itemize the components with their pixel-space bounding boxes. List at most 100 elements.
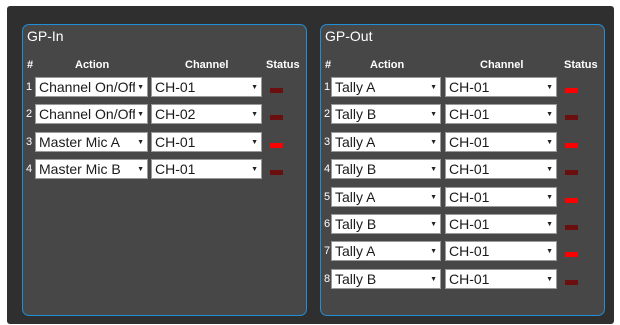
gp-in-header-channel: Channel — [185, 59, 229, 71]
caret-down-icon: ▼ — [251, 138, 258, 146]
action-select[interactable]: Channel On/Off ▼ — [35, 104, 148, 125]
gp-out-header-channel: Channel — [480, 59, 524, 71]
gp-out-header-status: Status — [564, 59, 598, 71]
channel-select[interactable]: CH-01 ▼ — [151, 131, 262, 152]
action-select[interactable]: Tally A ▼ — [331, 241, 441, 262]
gp-out-row: 3 Tally A ▼ CH-01 ▼ — [321, 131, 604, 152]
gp-out-header-action: Action — [370, 59, 405, 71]
status-led — [565, 142, 578, 148]
action-select[interactable]: Master Mic A ▼ — [35, 131, 148, 152]
caret-down-icon: ▼ — [251, 111, 258, 119]
channel-value: CH-01 — [449, 79, 490, 95]
status-led — [565, 115, 578, 121]
action-select[interactable]: Master Mic B ▼ — [35, 158, 148, 179]
channel-select[interactable]: CH-01 ▼ — [445, 186, 557, 207]
channel-value: CH-01 — [449, 133, 490, 150]
channel-value: CH-01 — [155, 160, 196, 177]
channel-value: CH-01 — [449, 188, 490, 205]
gp-in-title: GP-In — [27, 28, 64, 44]
channel-select[interactable]: CH-01 ▼ — [445, 268, 557, 289]
row-number: 1 — [26, 81, 33, 93]
channel-value: CH-01 — [155, 79, 196, 95]
action-value: Tally A — [335, 243, 376, 260]
status-led — [270, 169, 283, 175]
channel-select[interactable]: CH-01 ▼ — [445, 131, 557, 152]
channel-select[interactable]: CH-01 ▼ — [151, 77, 262, 97]
caret-down-icon: ▼ — [546, 275, 553, 283]
gp-out-row: 6 Tally B ▼ CH-01 ▼ — [321, 214, 604, 234]
caret-down-icon: ▼ — [430, 138, 437, 146]
row-number: 6 — [324, 218, 331, 230]
channel-select[interactable]: CH-02 ▼ — [151, 104, 262, 125]
action-select[interactable]: Channel On/Off ▼ — [35, 77, 148, 97]
action-value: Tally B — [335, 161, 377, 178]
channel-value: CH-01 — [449, 216, 490, 232]
gp-out-row: 8 Tally B ▼ CH-01 ▼ — [321, 268, 604, 289]
channel-select[interactable]: CH-01 ▼ — [151, 158, 262, 179]
row-number: 4 — [324, 163, 331, 176]
channel-select[interactable]: CH-01 ▼ — [445, 77, 557, 97]
gp-out-title: GP-Out — [325, 28, 373, 44]
action-value: Master Mic B — [39, 160, 121, 177]
gp-in-header-status: Status — [266, 59, 300, 71]
row-number: 3 — [26, 135, 33, 148]
caret-down-icon: ▼ — [546, 84, 553, 91]
action-select[interactable]: Tally B ▼ — [331, 104, 441, 125]
status-led — [565, 279, 578, 285]
caret-down-icon: ▼ — [430, 111, 437, 119]
gp-in-row: 4 Master Mic B ▼ CH-01 ▼ — [23, 158, 306, 179]
action-value: Tally A — [335, 188, 376, 205]
action-value: Channel On/Off — [39, 106, 135, 123]
action-value: Channel On/Off — [39, 79, 135, 95]
gp-in-header-number: # — [27, 59, 34, 71]
gp-out-header-number: # — [325, 59, 332, 71]
gp-in-row: 3 Master Mic A ▼ CH-01 ▼ — [23, 131, 306, 152]
caret-down-icon: ▼ — [546, 221, 553, 228]
action-select[interactable]: Tally A ▼ — [331, 77, 441, 97]
caret-down-icon: ▼ — [430, 84, 437, 91]
channel-value: CH-02 — [155, 106, 196, 123]
status-led — [565, 252, 578, 258]
channel-value: CH-01 — [449, 161, 490, 178]
gp-in-header-action: Action — [75, 59, 110, 71]
channel-select[interactable]: CH-01 ▼ — [445, 104, 557, 125]
row-number: 4 — [26, 162, 33, 175]
caret-down-icon: ▼ — [546, 138, 553, 146]
channel-select[interactable]: CH-01 ▼ — [445, 214, 557, 234]
caret-down-icon: ▼ — [430, 275, 437, 283]
action-select[interactable]: Tally A ▼ — [331, 131, 441, 152]
caret-down-icon: ▼ — [430, 248, 437, 256]
status-led — [565, 225, 578, 230]
action-select[interactable]: Tally B ▼ — [331, 214, 441, 234]
main-frame: GP-In # Action Channel Status 1 Channel O… — [7, 6, 614, 324]
action-value: Tally A — [335, 79, 376, 95]
status-led — [565, 170, 578, 176]
gp-out-row: 5 Tally A ▼ CH-01 ▼ — [321, 186, 604, 207]
status-led — [270, 88, 283, 93]
action-select[interactable]: Tally B ▼ — [331, 159, 441, 180]
caret-down-icon: ▼ — [137, 165, 144, 173]
channel-value: CH-01 — [449, 106, 490, 123]
gp-in-row: 2 Channel On/Off ▼ CH-02 ▼ — [23, 104, 306, 125]
action-value: Tally B — [335, 106, 377, 123]
caret-down-icon: ▼ — [430, 193, 437, 201]
caret-down-icon: ▼ — [251, 84, 258, 91]
status-led — [565, 88, 578, 93]
caret-down-icon: ▼ — [137, 84, 144, 91]
caret-down-icon: ▼ — [430, 221, 437, 228]
caret-down-icon: ▼ — [137, 138, 144, 146]
gp-out-row: 2 Tally B ▼ CH-01 ▼ — [321, 104, 604, 125]
caret-down-icon: ▼ — [430, 166, 437, 174]
action-select[interactable]: Tally B ▼ — [331, 268, 441, 289]
status-led — [565, 197, 578, 203]
row-number: 8 — [324, 272, 331, 285]
channel-select[interactable]: CH-01 ▼ — [445, 159, 557, 180]
row-number: 1 — [324, 81, 331, 93]
action-select[interactable]: Tally A ▼ — [331, 186, 441, 207]
channel-value: CH-01 — [449, 270, 490, 287]
action-value: Tally B — [335, 270, 377, 287]
action-value: Master Mic A — [39, 133, 120, 150]
row-number: 2 — [324, 108, 331, 121]
channel-select[interactable]: CH-01 ▼ — [445, 241, 557, 262]
gp-out-row: 4 Tally B ▼ CH-01 ▼ — [321, 159, 604, 180]
